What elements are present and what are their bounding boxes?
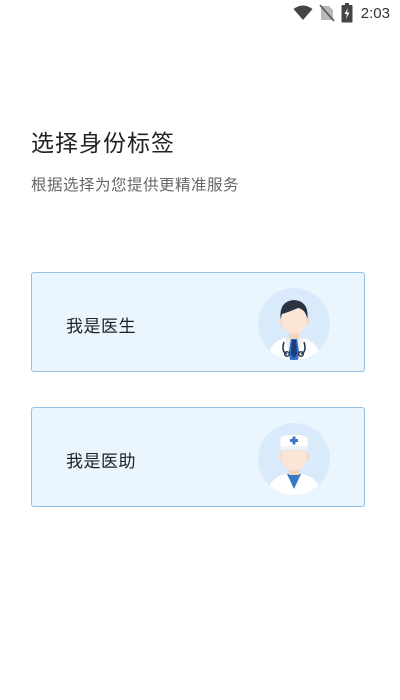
status-icons: 2:03 — [293, 3, 390, 23]
status-bar: 2:03 — [0, 0, 400, 26]
page-subtitle: 根据选择为您提供更精准服务 — [31, 176, 240, 194]
role-card-doctor[interactable]: 我是医生 — [31, 272, 365, 372]
status-time: 2:03 — [360, 4, 390, 22]
wifi-icon — [293, 5, 313, 20]
role-label-doctor: 我是医生 — [66, 317, 136, 337]
no-sim-icon — [319, 4, 335, 22]
battery-charging-icon — [341, 3, 353, 23]
role-card-assistant[interactable]: 我是医助 — [31, 407, 365, 507]
role-label-assistant: 我是医助 — [66, 452, 136, 472]
doctor-avatar-icon — [258, 288, 330, 360]
page-title: 选择身份标签 — [31, 131, 175, 157]
nurse-avatar-icon — [258, 423, 330, 495]
